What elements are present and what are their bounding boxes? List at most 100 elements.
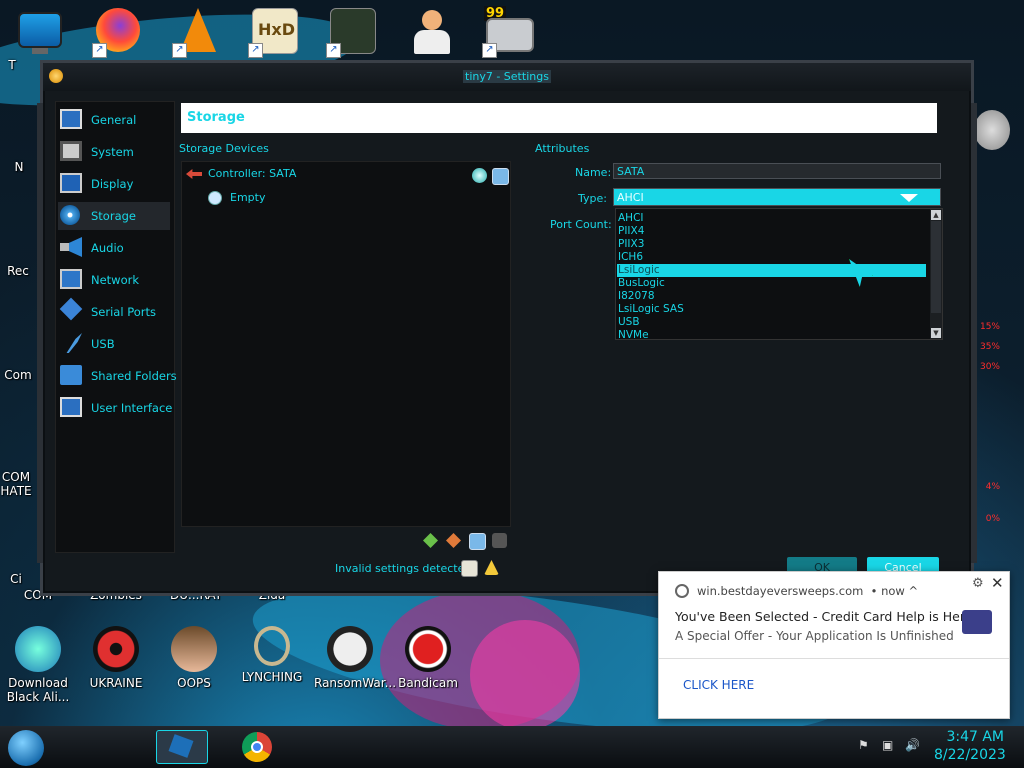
sidebar-item-storage[interactable]: Storage [58,202,170,230]
vlc-icon[interactable]: ↗ [170,4,226,60]
add-optical-drive-icon[interactable] [472,168,487,183]
add-controller-icon[interactable] [423,533,438,548]
taskbar-chrome-button[interactable] [240,730,274,762]
type-option[interactable]: ICH6 [617,251,926,264]
desktop-icon-lynching[interactable]: LYNCHING [236,626,308,684]
name-label: Name: [575,166,612,179]
settings-sidebar: General System Display Storage Audio Net… [55,101,177,553]
controller-row[interactable]: Controller: SATA [186,167,296,180]
type-option[interactable]: USB [617,316,926,329]
start-button[interactable] [8,730,44,766]
scroll-up-icon[interactable]: ▲ [931,210,941,220]
notification-body: A Special Offer - Your Application Is Un… [675,629,954,643]
hud-percent: 30% [979,362,1000,372]
desktop-icon-label: LYNCHING [241,670,303,684]
serial-port-icon [59,297,83,321]
remove-attachment-icon[interactable] [492,533,507,548]
type-option[interactable]: AHCI [617,212,926,225]
desktop-icon-bandicam[interactable]: Bandicam [392,626,464,690]
port-count-label: Port Count: [550,218,612,231]
virtualbox-icon [168,734,194,758]
window-titlebar[interactable]: tiny7 - Settings [43,63,971,91]
partial-desktop-label: Rec [7,264,29,278]
notification-source: win.bestdayeversweeps.com [697,584,864,598]
volume-icon[interactable]: 🔊 [905,738,920,752]
scrollbar-thumb[interactable] [931,221,941,313]
hxd-icon[interactable]: HxD ↗ [246,4,302,60]
globe-icon [15,626,61,672]
network-tray-icon[interactable]: ▣ [882,738,893,752]
clock-date: 8/22/2023 [934,747,1006,763]
sidebar-item-label: Serial Ports [91,305,156,319]
partial-desktop-label: T [8,58,16,72]
sidebar-item-general[interactable]: General [58,106,170,134]
sidebar-item-label: Shared Folders [91,369,177,383]
drive-label: Empty [230,191,266,204]
monitor-game-icon[interactable]: 99 ↗ [480,4,536,60]
desktop-icon-oops[interactable]: OOPS [158,626,230,690]
type-option-highlighted[interactable]: LsiLogic [617,264,926,277]
type-option[interactable]: PIIX3 [617,238,926,251]
browser-notification[interactable]: win.bestdayeversweeps.com • now ^ ⚙ ✕ Yo… [658,571,1010,719]
storage-tree[interactable]: Controller: SATA Empty [181,161,511,527]
desktop-icon-label: RansomWar... [314,676,397,690]
type-option[interactable]: BusLogic [617,277,926,290]
shortcut-arrow-icon: ↗ [482,43,497,58]
partial-desktop-label: Com [4,368,32,382]
desktop-icon-label: Download Black Ali... [6,676,70,704]
empty-drive-row[interactable]: Empty [208,191,265,205]
taskbar-clock[interactable]: 3:47 AM 8/22/2023 [934,728,1006,764]
desktop-icon-ransomware[interactable]: RansomWar... [314,626,397,690]
type-label: Type: [578,192,607,205]
chip-icon [60,141,82,161]
desktop-icon-ukraine[interactable]: UKRAINE [80,626,152,690]
type-dropdown-list[interactable]: AHCI PIIX4 PIIX3 ICH6 LsiLogic BusLogic … [615,208,943,341]
type-option[interactable]: NVMe [617,329,926,341]
name-field[interactable]: SATA [613,163,941,179]
type-option[interactable]: PIIX4 [617,225,926,238]
partial-desktop-label: N [14,160,24,174]
close-icon[interactable]: ✕ [991,574,1004,592]
add-hard-disk-icon[interactable] [492,168,509,185]
add-attachment-icon[interactable] [469,533,486,550]
partial-desktop-label: COM HATE [0,470,32,498]
sidebar-item-serial-ports[interactable]: Serial Ports [58,297,170,326]
action-center-flag-icon[interactable]: ⚑ [858,738,869,752]
sidebar-item-network[interactable]: Network [58,266,170,294]
hud-percent: 0% [985,514,1000,524]
sidebar-item-display[interactable]: Display [58,170,170,198]
window-frame-right [971,103,977,563]
computer-desktop-icon[interactable] [12,4,68,60]
taskbar-virtualbox-button[interactable] [156,730,208,764]
remove-controller-icon[interactable] [446,533,461,548]
dropdown-scrollbar[interactable]: ▲ ▼ [930,209,942,339]
warning-triangle-icon[interactable] [484,560,499,575]
desktop-icon-download[interactable]: Download Black Ali... [2,626,74,704]
type-combobox[interactable]: AHCI [613,188,941,206]
settings-window: tiny7 - Settings General System Display … [37,60,977,596]
type-option[interactable]: LsiLogic SAS [617,303,926,316]
doctor-app-icon[interactable] [404,4,460,60]
page-title: Storage [187,110,245,125]
sidebar-item-system[interactable]: System [58,138,170,166]
sidebar-item-label: General [91,113,137,127]
firefox-icon[interactable]: ↗ [90,4,146,60]
maze-app-icon[interactable]: ↗ [324,4,380,60]
usb-icon [66,333,82,353]
gear-icon[interactable]: ⚙ [972,576,984,591]
hud-percent: 4% [985,482,1000,492]
controller-label: Controller: SATA [208,167,297,180]
sidebar-item-shared-folders[interactable]: Shared Folders [58,362,177,390]
page-header: Storage [181,103,937,133]
network-icon [60,269,82,289]
folder-icon [60,365,82,385]
desktop-icon-label: Bandicam [398,676,458,690]
sidebar-item-audio[interactable]: Audio [58,234,170,262]
warning-icon[interactable] [461,560,478,577]
sidebar-item-user-interface[interactable]: User Interface [58,394,172,422]
click-here-button[interactable]: CLICK HERE [683,678,754,692]
attributes-label: Attributes [535,142,590,155]
scroll-down-icon[interactable]: ▼ [931,328,941,338]
type-option[interactable]: I82078 [617,290,926,303]
sidebar-item-usb[interactable]: USB [58,330,170,358]
